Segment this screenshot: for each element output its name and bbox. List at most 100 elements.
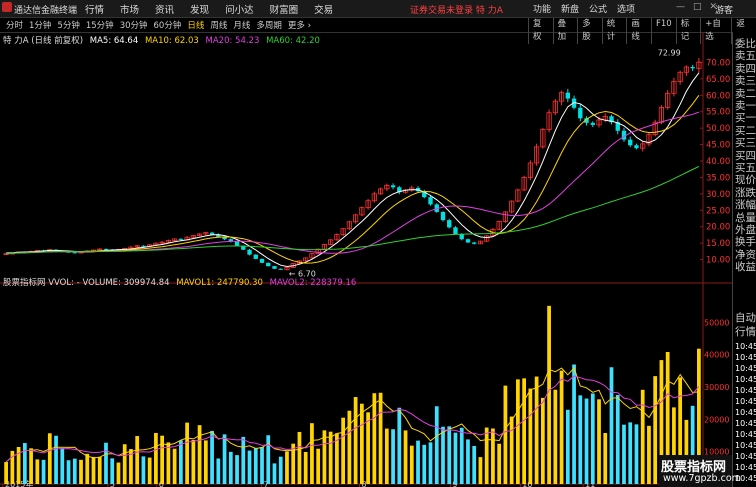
mavol1-line [5,367,699,463]
volume-bar [391,429,395,484]
volume-bar [228,451,233,484]
volume-bar [210,430,214,484]
candle-body [447,220,452,228]
right-menu: 功能 新盘 公式 选项 [533,2,645,15]
volume-bar [453,432,458,484]
volume-bar [104,442,108,484]
period-tab-0[interactable]: 分时 [6,19,23,31]
volume-bar [260,446,264,484]
legend-ma5: MA5: 64.64 [89,36,139,46]
candle-body [178,238,184,240]
volume-axis-label: 40000 [704,351,729,360]
volume-bar [428,442,433,484]
volume-bar [397,407,402,484]
tick-time-1: 10:45 [735,353,756,362]
volume-bar [203,440,208,484]
volume-bar [47,433,52,484]
price-axis-label: 70.00 [706,58,730,68]
volume-bar [547,305,551,484]
tick-time-7: 10:45 [735,419,756,428]
period-tab-10[interactable]: 更多 › [288,19,311,31]
guest-label[interactable]: 游客 [715,3,733,16]
period-tab-4[interactable]: 30分钟 [120,19,148,31]
price-axis-label: 45.00 [706,141,730,151]
volume-bar [216,458,221,484]
price-axis-label: 35.00 [706,173,730,183]
volume-bar [272,463,277,484]
volume-bar [85,453,90,484]
period-bar: 分时 1分钟 5分钟 15分钟 30分钟 60分钟 日线 周线 月线 多周期 更多 › 复权 叠加 … [0,18,756,44]
candle-body [141,245,146,247]
menu-bar: 通达信金融终端 行情 市场 资讯 发现 问小达 财富圈 交易 证券交易未登录 特… [0,0,756,18]
tick-time-3: 10:45 [735,375,756,384]
price-axis-label: 50.00 [706,124,730,134]
menu-caifuquan[interactable]: 财富圈 [270,2,299,16]
menu-xinpan[interactable]: 新盘 [561,2,579,15]
volume-bar [647,425,651,484]
period-tabs: 分时 1分钟 5分钟 15分钟 30分钟 60分钟 日线 周线 月线 多周期 更多 › [6,19,317,31]
menu-gongneng[interactable]: 功能 [533,2,551,15]
current-stock-name: 特 力A [475,6,503,16]
volume-bar [622,424,626,484]
volume-bar [41,459,46,484]
period-tab-5[interactable]: 60分钟 [154,19,182,31]
volume-bar [384,428,389,484]
candle-body [253,254,258,259]
maximize-icon[interactable]: □ [693,2,702,12]
volume-bar [116,462,121,484]
price-axis-label: 65.00 [706,75,730,85]
volume-bar [578,395,583,484]
volume-bar [285,451,289,484]
menu-jiaoyi[interactable]: 交易 [314,2,333,16]
volume-bar [160,435,165,484]
candle-body [440,211,446,221]
mavol2-line [5,375,700,463]
volume-bar [178,440,183,484]
volume-legend-mavol2: MAVOL2: 228379.16 [269,278,357,288]
period-tab-9[interactable]: 多周期 [256,19,282,31]
period-tab-8[interactable]: 月线 [233,19,250,31]
volume-axis-label: 30000 [704,383,729,392]
main-menu: 行情 市场 资讯 发现 问小达 财富圈 交易 [85,2,349,16]
menu-gongshi[interactable]: 公式 [589,2,607,15]
volume-bar [110,458,115,484]
quote-lower-0[interactable]: 自动 [735,310,756,325]
menu-shichang[interactable]: 市场 [120,2,139,16]
volume-bar [609,367,614,484]
app-title: 通达信金融终端 [14,6,78,16]
menu-faxian[interactable]: 发现 [190,2,209,16]
volume-bar [478,457,483,484]
volume-bar [353,397,358,484]
login-status-text[interactable]: 证券交易未登录 [410,6,473,16]
volume-bar [91,456,96,484]
volume-bar [316,448,321,484]
menu-wenxiaoda[interactable]: 问小达 [225,2,254,16]
candle-body [690,67,695,69]
volume-bar [253,447,258,484]
volume-bar [528,388,533,484]
candle-body [72,252,77,254]
volume-bar [166,442,171,484]
candle-body [472,242,477,244]
tick-time-4: 10:45 [735,386,756,395]
menu-xuanxiang[interactable]: 选项 [617,2,635,15]
volume-bar [72,458,77,484]
quote-label-18: 收益 [735,261,756,274]
tick-time-10: 10:45 [735,452,756,461]
candle-body [247,249,252,255]
period-tab-1[interactable]: 1分钟 [29,19,51,31]
menu-zixun[interactable]: 资讯 [155,2,174,16]
period-tab-2[interactable]: 5分钟 [57,19,79,31]
ma60-line [6,165,700,255]
login-status[interactable]: 证券交易未登录 特 力A [410,3,503,16]
volume-bar [322,430,327,484]
volume-bar [459,427,464,484]
minimize-icon[interactable]: — [676,2,685,12]
kline-chart[interactable]: 70.00 65.00 60.00 55.00 50.00 45.00 40.00 35.00… [0,32,732,487]
quote-lower-1[interactable]: 行情 [735,324,756,339]
period-tab-3[interactable]: 15分钟 [86,19,114,31]
volume-bar [516,379,520,484]
menu-hangqing[interactable]: 行情 [85,2,104,16]
period-tab-7[interactable]: 周线 [210,19,227,31]
period-tab-6[interactable]: 日线 [187,19,204,31]
